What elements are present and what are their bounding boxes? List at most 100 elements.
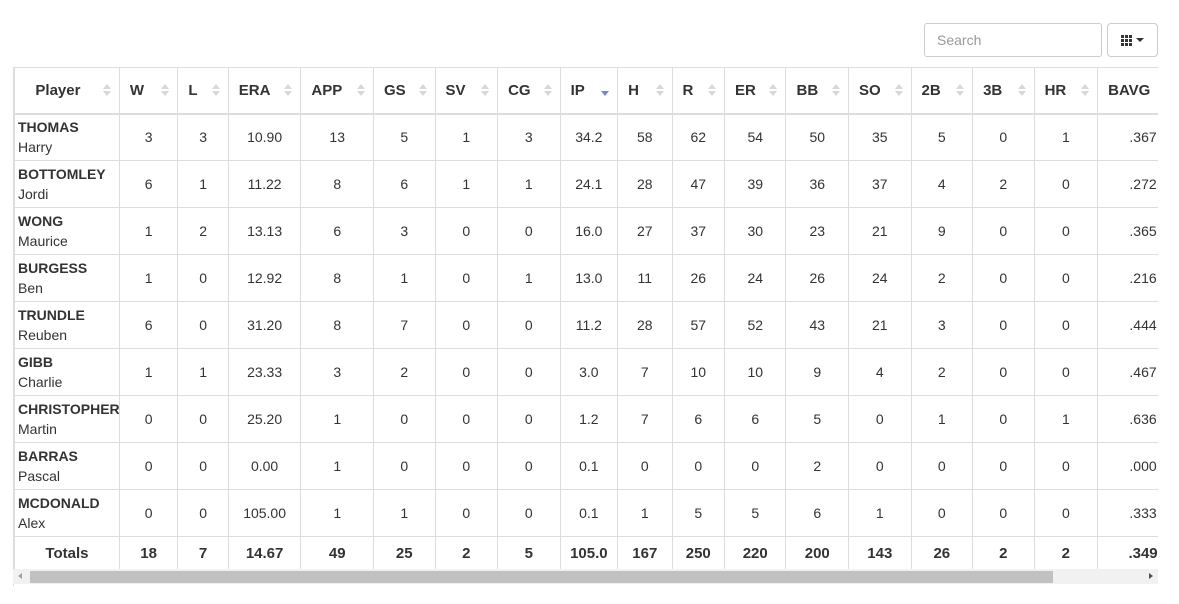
- column-header-hr[interactable]: HR: [1033, 67, 1099, 115]
- stat-cell-bavg: .000: [1097, 442, 1158, 490]
- stat-cell-era: 13.13: [227, 207, 302, 255]
- columns-toggle-button[interactable]: [1107, 23, 1158, 57]
- column-header-so[interactable]: SO: [848, 67, 912, 115]
- player-first-name: Martin: [18, 421, 57, 437]
- column-header-r[interactable]: R: [671, 67, 725, 115]
- stat-cell-sv: 0: [434, 301, 499, 349]
- player-cell: GIBB Charlie: [14, 348, 120, 396]
- column-header-app[interactable]: APP: [300, 67, 375, 115]
- scroll-left-arrow-icon[interactable]: [18, 573, 22, 579]
- table-row[interactable]: CHRISTOPHER Martin 0 0 25.20 1 0 0 0 1.2 7 6 6 5 0 1 0 1.…: [14, 395, 1158, 443]
- column-header-bb[interactable]: BB: [785, 67, 850, 115]
- horizontal-scrollbar[interactable]: [13, 569, 1158, 584]
- column-header-label: W: [129, 81, 145, 99]
- header-row: Player W L ERA APP GS SV CG IP H R ER BB SO 2B 3B HR BAVG: [14, 67, 1158, 115]
- stat-cell-2b: 0: [910, 442, 974, 490]
- column-header-h[interactable]: H: [617, 67, 673, 115]
- stat-cell-h: 28: [617, 301, 673, 349]
- grid-icon: [1121, 34, 1132, 46]
- total-cell-app: 49: [300, 536, 375, 570]
- stat-cell-so: 4: [848, 348, 912, 396]
- stat-cell-era: 31.20: [227, 301, 302, 349]
- column-header-era[interactable]: ERA: [227, 67, 302, 115]
- stat-cell-app: 1: [300, 395, 375, 443]
- table-row[interactable]: TRUNDLE Reuben 6 0 31.20 8 7 0 0 11.2 28 57 52 43 21 3 0…: [14, 301, 1158, 349]
- player-last-name: BARRAS: [18, 448, 78, 464]
- stat-cell-hr: 0: [1033, 207, 1099, 255]
- column-header-player[interactable]: Player: [14, 67, 120, 115]
- stat-cell-gs: 1: [373, 489, 436, 537]
- stat-cell-w: 0: [118, 442, 179, 490]
- total-cell-2b: 26: [910, 536, 974, 570]
- column-header-bavg[interactable]: BAVG: [1097, 67, 1158, 115]
- column-header-sv[interactable]: SV: [434, 67, 499, 115]
- scroll-right-arrow-icon[interactable]: [1149, 573, 1153, 579]
- column-header-3b[interactable]: 3B: [972, 67, 1035, 115]
- stat-cell-cg: 0: [497, 348, 561, 396]
- table-row[interactable]: WONG Maurice 1 2 13.13 6 3 0 0 16.0 27 37 30 23 21 9 0 0.…: [14, 207, 1158, 255]
- scrollbar-thumb[interactable]: [30, 571, 1053, 583]
- table-row[interactable]: BURGESS Ben 1 0 12.92 8 1 0 1 13.0 11 26 24 26 24 2 0 0.2…: [14, 254, 1158, 302]
- table-row[interactable]: MCDONALD Alex 0 0 105.00 1 1 0 0 0.1 1 5 5 6 1 0 0 0.333: [14, 489, 1158, 537]
- stat-cell-era: 105.00: [227, 489, 302, 537]
- column-header-l[interactable]: L: [177, 67, 229, 115]
- search-input[interactable]: [924, 23, 1102, 57]
- caret-down-icon: [1136, 38, 1144, 42]
- stat-cell-l: 1: [177, 348, 229, 396]
- player-last-name: THOMAS: [18, 119, 79, 136]
- column-header-er[interactable]: ER: [723, 67, 787, 115]
- stat-cell-hr: 0: [1033, 489, 1099, 537]
- stat-cell-ip: 16.0: [559, 207, 619, 255]
- sort-desc-icon: [601, 83, 610, 97]
- stat-cell-l: 1: [177, 160, 229, 208]
- stat-cell-w: 1: [118, 254, 179, 302]
- sort-both-icon: [161, 83, 170, 97]
- stat-cell-r: 47: [671, 160, 725, 208]
- stat-cell-r: 5: [671, 489, 725, 537]
- total-cell-w: 18: [118, 536, 179, 570]
- stat-cell-cg: 3: [497, 113, 561, 161]
- table-row[interactable]: THOMAS Harry 3 3 10.90 13 5 1 3 34.2 58 62 54 50 35 5 0 1…: [14, 113, 1158, 161]
- stat-cell-sv: 0: [434, 207, 499, 255]
- player-last-name: CHRISTOPHER: [18, 401, 120, 417]
- table-row[interactable]: GIBB Charlie 1 1 23.33 3 2 0 0 3.0 7 10 10 9 4 2 0 0.467: [14, 348, 1158, 396]
- column-header-gs[interactable]: GS: [373, 67, 436, 115]
- player-cell: TRUNDLE Reuben: [14, 301, 120, 349]
- stat-cell-er: 5: [723, 489, 787, 537]
- stat-cell-l: 0: [177, 395, 229, 443]
- total-cell-gs: 25: [373, 536, 436, 570]
- table-row[interactable]: BOTTOMLEY Jordi 6 1 11.22 8 6 1 1 24.1 28 47 39 36 37 4…: [14, 160, 1158, 208]
- stat-cell-l: 0: [177, 301, 229, 349]
- column-header-w[interactable]: W: [118, 67, 179, 115]
- column-header-label: BAVG: [1108, 81, 1151, 99]
- stat-cell-bb: 6: [785, 489, 850, 537]
- stat-cell-hr: 1: [1033, 113, 1099, 161]
- column-header-2b[interactable]: 2B: [910, 67, 974, 115]
- stat-cell-hr: 0: [1033, 442, 1099, 490]
- player-first-name: Jordi: [18, 186, 49, 202]
- stat-cell-h: 11: [617, 254, 673, 302]
- column-header-ip[interactable]: IP: [559, 67, 619, 115]
- stat-cell-h: 27: [617, 207, 673, 255]
- stat-cell-w: 0: [118, 489, 179, 537]
- player-first-name: Reuben: [18, 327, 68, 343]
- stat-cell-l: 0: [177, 442, 229, 490]
- stat-cell-ip: 13.0: [559, 254, 619, 302]
- sort-both-icon: [1017, 83, 1026, 97]
- stat-cell-gs: 2: [373, 348, 436, 396]
- stat-cell-app: 1: [300, 442, 375, 490]
- column-header-cg[interactable]: CG: [497, 67, 561, 115]
- stat-cell-gs: 5: [373, 113, 436, 161]
- player-last-name: MCDONALD: [18, 495, 100, 511]
- column-header-label: CG: [508, 81, 531, 99]
- sort-both-icon: [1081, 83, 1090, 97]
- stat-cell-sv: 1: [434, 160, 499, 208]
- stat-cell-3b: 0: [972, 254, 1035, 302]
- stat-cell-sv: 0: [434, 348, 499, 396]
- stat-cell-gs: 3: [373, 207, 436, 255]
- stat-cell-app: 6: [300, 207, 375, 255]
- column-header-label: BB: [796, 81, 819, 99]
- stat-cell-w: 3: [118, 113, 179, 161]
- table-row[interactable]: BARRAS Pascal 0 0 0.00 1 0 0 0 0.1 0 0 0 2 0 0 0 0.000: [14, 442, 1158, 490]
- total-cell-ip: 105.0: [559, 536, 619, 570]
